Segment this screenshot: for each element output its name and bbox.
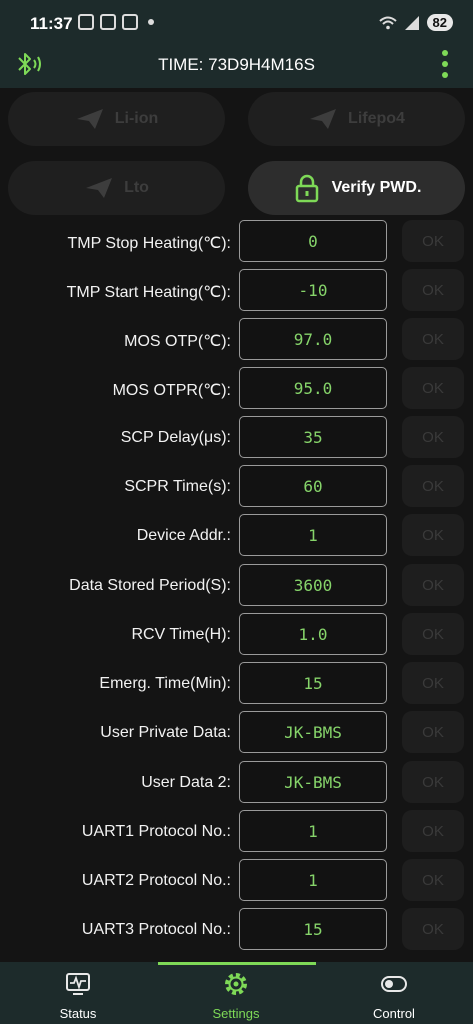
- setting-label: RCV Time(H):: [131, 626, 231, 643]
- setting-input[interactable]: 95.0: [239, 367, 387, 409]
- toggle-icon: [381, 976, 407, 992]
- setting-row-data-stored-period: Data Stored Period(S): 3600 OK: [0, 564, 473, 608]
- setting-label: Device Addr.:: [136, 527, 231, 544]
- ok-button[interactable]: OK: [402, 514, 464, 556]
- notification-icons: [78, 14, 154, 30]
- nav-tab-settings[interactable]: Settings: [176, 970, 296, 1021]
- nav-tab-control[interactable]: Control: [334, 970, 454, 1021]
- setting-row-tmp-start-heating: TMP Start Heating(℃): -10 OK: [0, 269, 473, 313]
- active-tab-indicator: [158, 962, 316, 965]
- ok-button[interactable]: OK: [402, 220, 464, 262]
- screenshot-icon: [78, 14, 94, 30]
- ok-button[interactable]: OK: [402, 269, 464, 311]
- ok-button[interactable]: OK: [402, 564, 464, 606]
- nav-label: Control: [373, 1006, 415, 1021]
- preset-lifepo4-button[interactable]: Lifepo4: [248, 92, 465, 146]
- setting-label: UART2 Protocol No.:: [81, 872, 231, 889]
- preset-li-ion-button[interactable]: Li-ion: [8, 92, 225, 146]
- setting-input[interactable]: 15: [239, 662, 387, 704]
- setting-input[interactable]: 35: [239, 416, 387, 458]
- nav-label: Status: [59, 1006, 97, 1021]
- setting-row-uart3-protocol: UART3 Protocol No.: 15 OK: [0, 908, 473, 952]
- setting-label: UART1 Protocol No.:: [81, 823, 231, 840]
- preset-lto-button[interactable]: Lto: [8, 161, 225, 215]
- nav-label: Settings: [212, 1006, 260, 1021]
- status-time: 11:37: [30, 14, 73, 33]
- setting-row-user-private-data: User Private Data: JK-BMS OK: [0, 711, 473, 755]
- ok-button[interactable]: OK: [402, 318, 464, 360]
- setting-label: TMP Start Heating(℃):: [66, 284, 231, 301]
- sim-icon: [122, 14, 138, 30]
- setting-label: UART3 Protocol No.:: [81, 921, 231, 938]
- setting-input[interactable]: 60: [239, 465, 387, 507]
- setting-label: SCPR Time(s):: [124, 478, 231, 495]
- more-notifications-icon: [148, 19, 154, 25]
- setting-input[interactable]: 97.0: [239, 318, 387, 360]
- runtime-title: TIME: 73D9H4M16S: [158, 55, 315, 74]
- setting-row-user-data-2: User Data 2: JK-BMS OK: [0, 761, 473, 805]
- video-icon: [100, 14, 116, 30]
- setting-label: MOS OTPR(℃):: [112, 382, 231, 399]
- setting-row-device-addr: Device Addr.: 1 OK: [0, 514, 473, 558]
- ok-button[interactable]: OK: [402, 465, 464, 507]
- setting-row-scpr-time: SCPR Time(s): 60 OK: [0, 465, 473, 509]
- ok-button[interactable]: OK: [402, 810, 464, 852]
- send-icon: [86, 178, 113, 198]
- setting-input[interactable]: 1.0: [239, 613, 387, 655]
- ok-button[interactable]: OK: [402, 662, 464, 704]
- setting-input[interactable]: -10: [239, 269, 387, 311]
- setting-row-uart1-protocol: UART1 Protocol No.: 1 OK: [0, 810, 473, 854]
- setting-row-emerg-time: Emerg. Time(Min): 15 OK: [0, 662, 473, 706]
- nav-tab-status[interactable]: Status: [18, 970, 138, 1021]
- setting-input[interactable]: JK-BMS: [239, 711, 387, 753]
- setting-input[interactable]: 0: [239, 220, 387, 262]
- bottom-navigation: Status Settings Control: [0, 962, 473, 1024]
- signal-icon: [404, 15, 419, 30]
- send-icon: [310, 109, 337, 129]
- setting-row-rcv-time: RCV Time(H): 1.0 OK: [0, 613, 473, 657]
- setting-input[interactable]: 1: [239, 859, 387, 901]
- ok-button[interactable]: OK: [402, 859, 464, 901]
- setting-input[interactable]: 1: [239, 810, 387, 852]
- system-icons: 82: [378, 14, 453, 31]
- ok-button[interactable]: OK: [402, 416, 464, 458]
- setting-row-uart2-protocol: UART2 Protocol No.: 1 OK: [0, 859, 473, 903]
- setting-row-mos-otpr: MOS OTPR(℃): 95.0 OK: [0, 367, 473, 411]
- verify-label: Verify PWD.: [331, 179, 422, 196]
- ok-button[interactable]: OK: [402, 367, 464, 409]
- setting-input[interactable]: 15: [239, 908, 387, 950]
- lock-icon: [295, 174, 318, 203]
- verify-password-button[interactable]: Verify PWD.: [248, 161, 465, 215]
- setting-label: Emerg. Time(Min):: [99, 675, 231, 692]
- setting-input[interactable]: JK-BMS: [239, 761, 387, 803]
- setting-label: User Private Data:: [100, 724, 231, 741]
- preset-label: Lifepo4: [348, 110, 405, 127]
- send-icon: [76, 109, 103, 129]
- monitor-icon: [66, 973, 90, 995]
- ok-button[interactable]: OK: [402, 613, 464, 655]
- setting-row-scp-delay: SCP Delay(μs): 35 OK: [0, 416, 473, 460]
- setting-label: User Data 2:: [141, 774, 231, 791]
- setting-input[interactable]: 3600: [239, 564, 387, 606]
- setting-label: TMP Stop Heating(℃):: [67, 235, 231, 252]
- ok-button[interactable]: OK: [402, 711, 464, 753]
- setting-label: Data Stored Period(S):: [69, 577, 231, 594]
- setting-row-tmp-stop-heating: TMP Stop Heating(℃): 0 OK: [0, 220, 473, 264]
- setting-row-mos-otp: MOS OTP(℃): 97.0 OK: [0, 318, 473, 362]
- preset-label: Lto: [124, 179, 149, 196]
- setting-label: SCP Delay(μs):: [120, 429, 231, 446]
- setting-input[interactable]: 1: [239, 514, 387, 556]
- setting-label: MOS OTP(℃):: [124, 333, 231, 350]
- battery-level: 82: [426, 14, 453, 31]
- ok-button[interactable]: OK: [402, 761, 464, 803]
- preset-label: Li-ion: [114, 110, 159, 127]
- gear-icon: [225, 973, 247, 995]
- wifi-icon: [378, 16, 397, 29]
- app-bar: TIME: 73D9H4M16S: [0, 40, 473, 88]
- ok-button[interactable]: OK: [402, 908, 464, 950]
- overflow-menu-icon[interactable]: [441, 50, 449, 78]
